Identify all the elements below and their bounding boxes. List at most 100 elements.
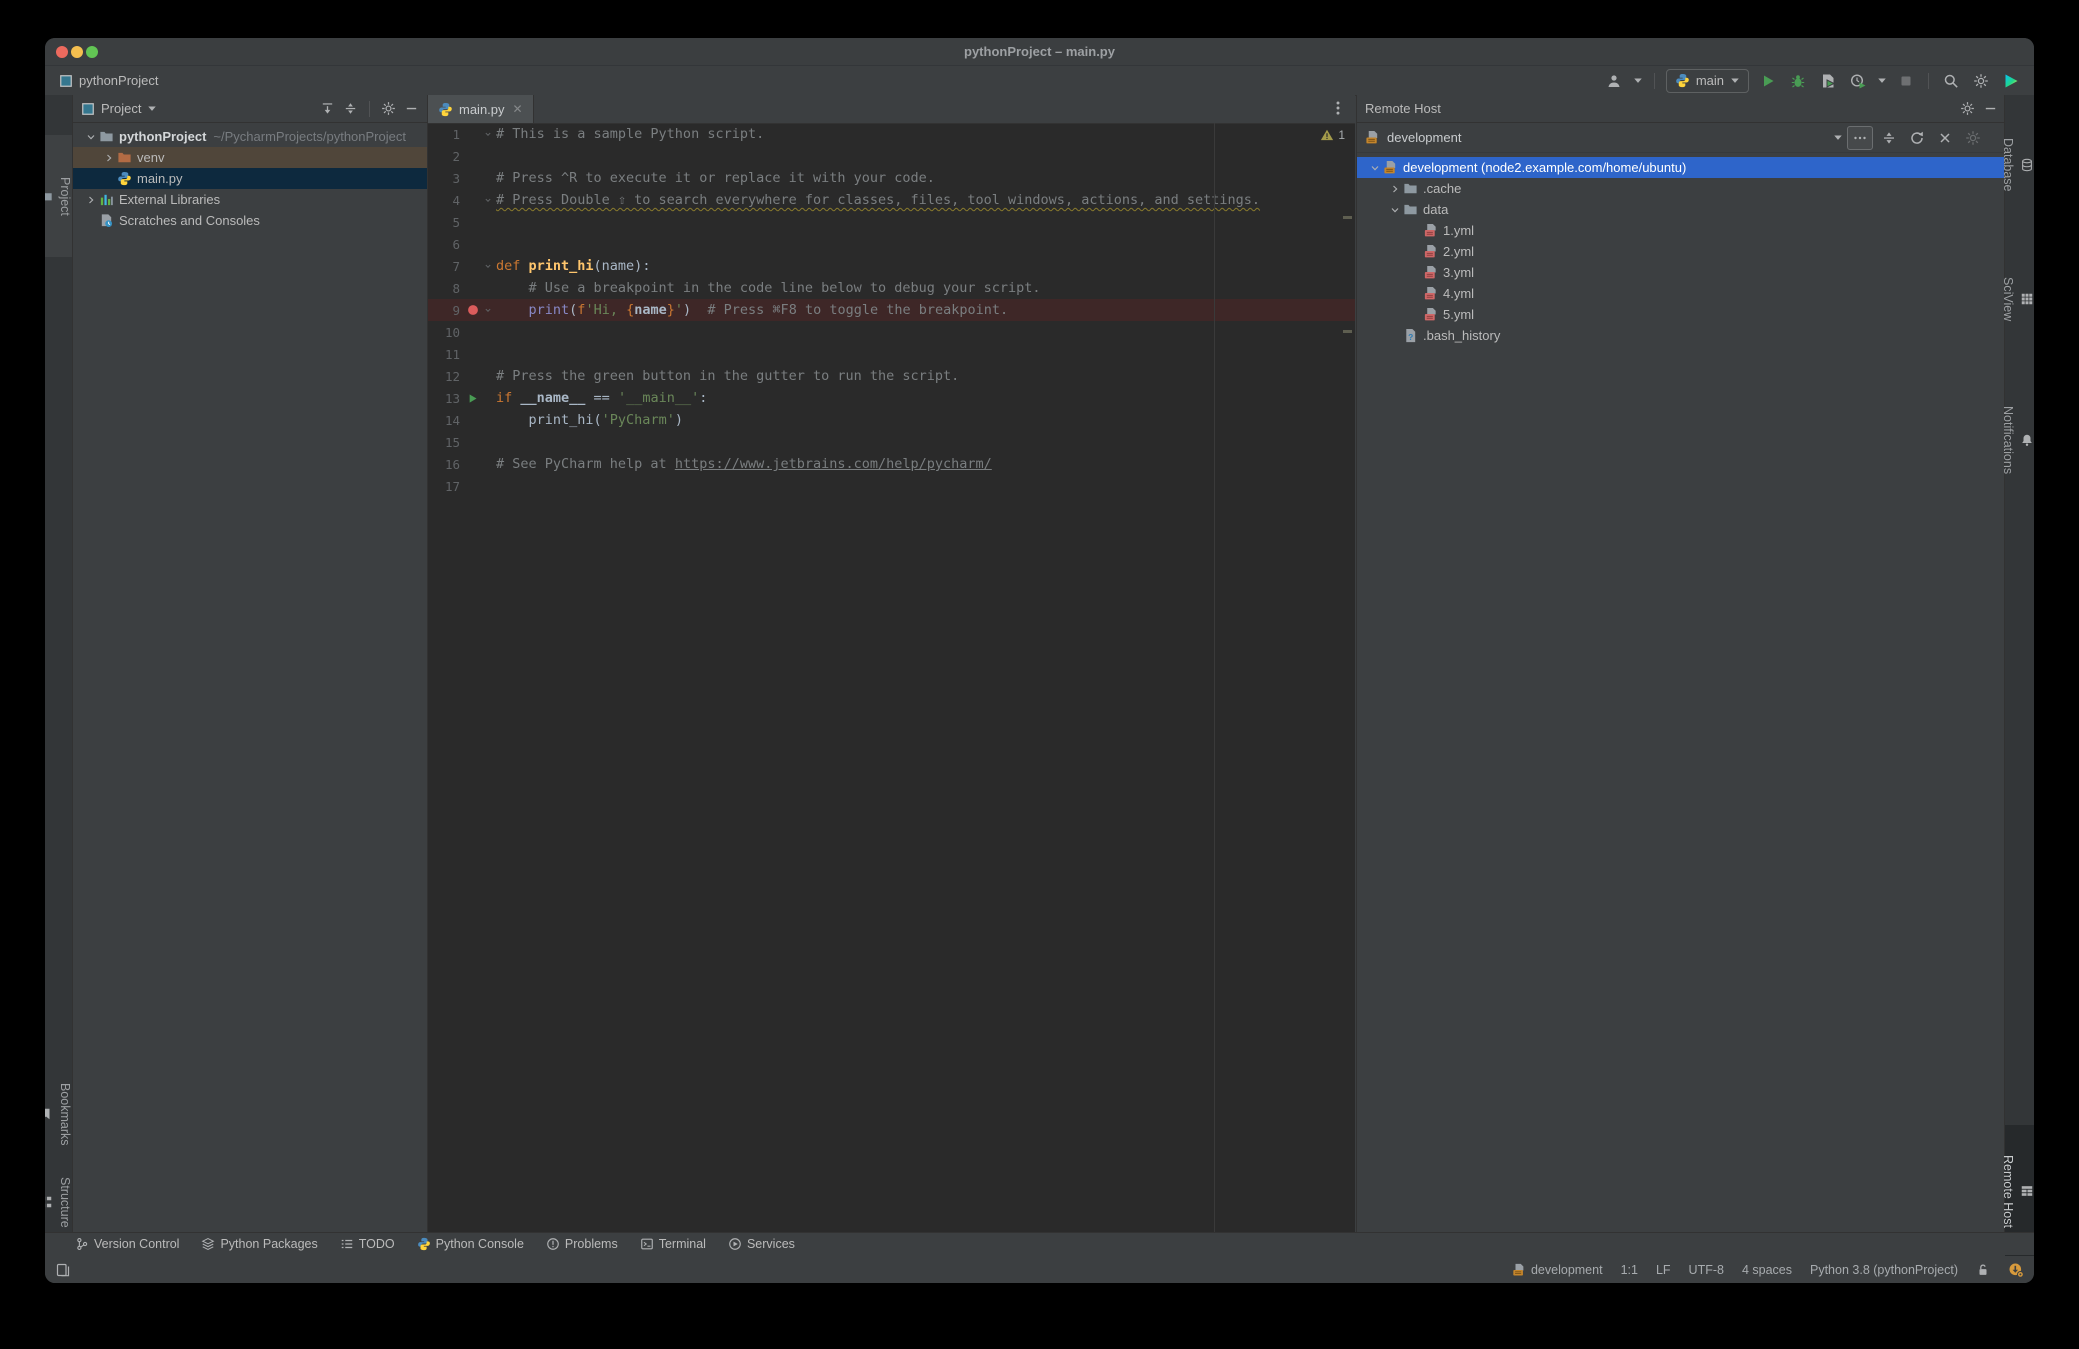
breadcrumb[interactable]: pythonProject [45,73,159,88]
tool-window-button-database[interactable]: Database [2001,105,2034,225]
chevron-down-icon[interactable] [83,129,98,144]
tool-window-switcher-icon[interactable] [55,1262,71,1278]
code-line-2[interactable]: 2 [428,145,1355,167]
indent-style[interactable]: 4 spaces [1742,1263,1792,1277]
tool-window-button-sciview[interactable]: SciView [2001,245,2034,353]
fold-marker-icon[interactable] [481,261,494,271]
tree-row[interactable]: 3.yml [1357,262,2006,283]
close-icon[interactable] [1933,127,1957,149]
status-remote-host[interactable]: development [1512,1263,1603,1277]
chevron-right-icon[interactable] [83,192,98,207]
collapse-all-icon[interactable] [1877,127,1901,149]
breadcrumb-project[interactable]: pythonProject [79,73,159,88]
close-icon[interactable]: ✕ [513,102,523,116]
hide-icon[interactable] [1983,101,1998,116]
chevron-down-icon[interactable] [1367,160,1382,175]
run-button[interactable] [1757,70,1779,92]
code-line-17[interactable]: 17 [428,475,1355,497]
chevron-down-icon[interactable] [1387,202,1402,217]
tree-row[interactable]: pythonProject ~/PycharmProjects/pythonPro… [73,126,427,147]
run-gutter-icon[interactable] [464,392,481,405]
update-icon[interactable] [2008,1262,2024,1278]
tree-row[interactable]: External Libraries [73,189,427,210]
error-stripe-mark[interactable] [1343,330,1352,333]
run-with-coverage-button[interactable] [1817,70,1839,92]
tool-window-button-version-control[interactable]: Version Control [75,1237,179,1251]
code-line-9[interactable]: 9 print(f'Hi, {name}') # Press ⌘F8 to to… [428,299,1355,321]
code-line-16[interactable]: 16 # See PyCharm help at https://www.jetb… [428,453,1355,475]
tool-window-button-services[interactable]: Services [728,1237,795,1251]
tree-row[interactable]: .cache [1357,178,2006,199]
tool-window-button-notifications[interactable]: Notifications [2001,373,2034,507]
chevron-down-icon [1833,133,1843,143]
code-line-8[interactable]: 8 # Use a breakpoint in the code line be… [428,277,1355,299]
problems-icon [546,1237,560,1251]
file-encoding[interactable]: UTF-8 [1689,1263,1724,1277]
code-line-5[interactable]: 5 [428,211,1355,233]
tool-window-button-terminal[interactable]: Terminal [640,1237,706,1251]
fold-marker-icon[interactable] [481,129,494,139]
fold-marker-icon[interactable] [481,305,494,315]
tree-row[interactable]: venv [73,147,427,168]
code-line-15[interactable]: 15 [428,431,1355,453]
tool-window-button-problems[interactable]: Problems [546,1237,618,1251]
breakpoint-icon[interactable] [464,303,481,317]
code-line-7[interactable]: 7 def print_hi(name): [428,255,1355,277]
run-configuration-select[interactable]: main [1665,68,1749,93]
debug-button[interactable] [1787,70,1809,92]
server-select[interactable]: development [1365,130,1843,145]
inspections-widget[interactable]: 1 [1320,128,1345,142]
ide-logo-icon[interactable] [2000,70,2022,92]
python-interpreter[interactable]: Python 3.8 (pythonProject) [1810,1263,1958,1277]
tool-window-button-project[interactable]: Project [45,135,72,257]
tree-row[interactable]: data [1357,199,2006,220]
tree-row[interactable]: 1.yml [1357,220,2006,241]
tree-row[interactable]: development (node2.example.com/home/ubun… [1357,157,2006,178]
fold-marker-icon[interactable] [481,195,494,205]
code-area[interactable]: 1 # This is a sample Python script. 2 3 # Pr… [428,123,1355,1232]
project-panel-title[interactable]: Project [101,101,141,116]
tool-window-button-python-packages[interactable]: Python Packages [201,1237,318,1251]
line-separator[interactable]: LF [1656,1263,1671,1277]
tool-window-button-python-console[interactable]: Python Console [417,1237,524,1251]
tree-row[interactable]: 4.yml [1357,283,2006,304]
chevron-down-icon[interactable] [1877,76,1887,86]
code-line-1[interactable]: 1 # This is a sample Python script. [428,123,1355,145]
fileq-icon: ? [1402,328,1418,344]
tree-row[interactable]: Scratches and Consoles [73,210,427,231]
caret-position[interactable]: 1:1 [1621,1263,1638,1277]
editor-tab-main-py[interactable]: main.py ✕ [428,95,534,123]
search-everywhere-icon[interactable] [1940,70,1962,92]
lock-open-icon[interactable] [1976,1263,1990,1277]
settings-gear-icon[interactable] [381,101,396,116]
tool-window-button-todo[interactable]: TODO [340,1237,395,1251]
chevron-down-icon[interactable] [147,104,157,114]
hide-icon[interactable] [404,101,419,116]
tree-row[interactable]: 5.yml [1357,304,2006,325]
code-line-3[interactable]: 3 # Press ^R to execute it or replace it … [428,167,1355,189]
user-icon[interactable] [1603,70,1625,92]
refresh-icon[interactable] [1905,127,1929,149]
tab-options-kebab-icon[interactable] [1329,99,1347,117]
code-line-13[interactable]: 13 if __name__ == '__main__': [428,387,1355,409]
chevron-right-icon[interactable] [1387,181,1402,196]
code-line-14[interactable]: 14 print_hi('PyCharm') [428,409,1355,431]
collapse-all-icon[interactable] [343,101,358,116]
code-line-4[interactable]: 4 # Press Double ⇧ to search everywhere f… [428,189,1355,211]
code-line-6[interactable]: 6 [428,233,1355,255]
chevron-down-icon[interactable] [1633,76,1643,86]
tree-row[interactable]: ? .bash_history [1357,325,2006,346]
code-line-12[interactable]: 12 # Press the green button in the gutter… [428,365,1355,387]
more-button[interactable] [1847,125,1873,150]
error-stripe-mark[interactable] [1343,216,1352,219]
stop-button[interactable] [1895,70,1917,92]
settings-gear-icon[interactable] [1960,101,1975,116]
profiler-button[interactable] [1847,70,1869,92]
expand-all-icon[interactable] [320,101,335,116]
tree-row[interactable]: 2.yml [1357,241,2006,262]
chevron-right-icon[interactable] [101,150,116,165]
tree-row[interactable]: main.py [73,168,427,189]
settings-gear-icon[interactable] [1970,70,1992,92]
code-line-11[interactable]: 11 [428,343,1355,365]
code-line-10[interactable]: 10 [428,321,1355,343]
